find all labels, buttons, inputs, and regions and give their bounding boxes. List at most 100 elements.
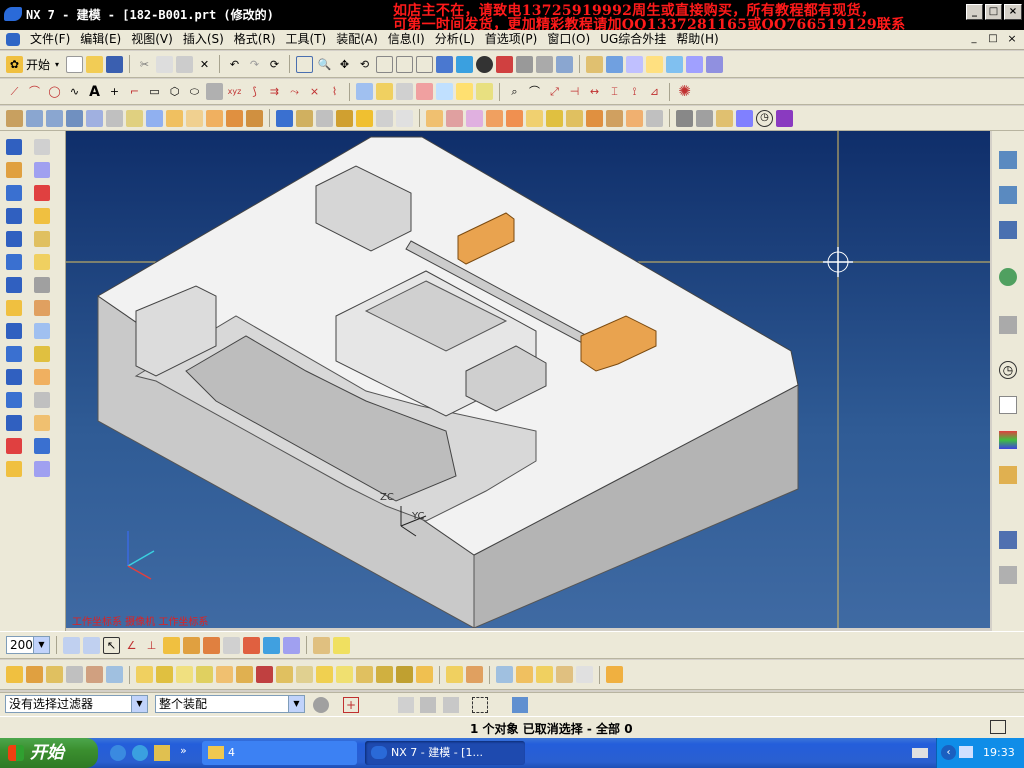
magic-icon[interactable] (686, 55, 704, 73)
assembly-scope-combo[interactable]: 整个装配 ▼ (155, 695, 305, 713)
left-tool-icon[interactable] (34, 162, 50, 178)
dimension-icon[interactable]: ↔ (586, 83, 603, 100)
sync-pull-face-icon[interactable] (26, 666, 43, 683)
left-tool-icon[interactable] (6, 369, 22, 385)
measure-angle-icon[interactable] (333, 636, 350, 654)
body-color-icon[interactable] (676, 109, 693, 127)
face-rule-icon[interactable] (398, 697, 414, 713)
tray-expand-icon[interactable]: ‹ (941, 745, 956, 760)
left-tool-icon[interactable] (34, 461, 50, 477)
sync-move-face-icon[interactable] (6, 666, 23, 683)
extract-icon[interactable] (356, 83, 373, 100)
resource-system-icon[interactable] (999, 531, 1017, 549)
menu-item[interactable]: 分析(L) (430, 30, 480, 49)
analyze-curve-icon[interactable]: ⌕ (506, 83, 523, 100)
mirror-curve-icon[interactable]: ⌶ (606, 83, 623, 100)
sync-cut-icon[interactable] (376, 666, 393, 683)
open-folder-icon[interactable] (86, 55, 104, 73)
slot-icon[interactable] (226, 109, 243, 127)
snap-arc-icon[interactable] (263, 636, 280, 654)
left-tool-icon[interactable] (6, 231, 22, 247)
taskbar-folder-item[interactable]: 4 (202, 741, 357, 765)
pocket-icon[interactable] (186, 109, 203, 127)
curve-rule-icon[interactable] (420, 697, 436, 713)
line-icon[interactable]: ⟋ (6, 83, 23, 100)
left-tool-icon[interactable] (6, 277, 22, 293)
sync-parallel-icon[interactable] (216, 666, 233, 683)
edit-curve-icon[interactable] (436, 83, 453, 100)
edit-object-display-icon[interactable] (586, 55, 604, 73)
model-icon[interactable] (706, 55, 724, 73)
new-file-icon[interactable] (66, 55, 84, 73)
left-tool-icon[interactable] (34, 369, 50, 385)
point-icon[interactable]: + (106, 83, 123, 100)
resource-palette-icon[interactable] (999, 431, 1017, 449)
sync-angular-dim-icon[interactable] (276, 666, 293, 683)
maximize-button[interactable]: □ (985, 4, 1002, 20)
sync-options-icon[interactable] (576, 666, 593, 683)
menu-item[interactable]: 装配(A) (331, 30, 383, 49)
selection-filter-arrow[interactable]: ▼ (131, 696, 147, 712)
sync-relate-icon[interactable] (556, 666, 573, 683)
bridge-curve-icon[interactable]: ⌇ (326, 83, 343, 100)
section-icon[interactable] (416, 55, 434, 73)
left-tool-icon[interactable] (34, 415, 50, 431)
left-tool-icon[interactable] (6, 461, 22, 477)
resource-doc-icon[interactable] (999, 396, 1017, 414)
record-icon[interactable]: ✺ (676, 83, 693, 100)
chamfer-edge-icon[interactable] (356, 109, 373, 127)
snap-end-icon[interactable]: ∠ (123, 637, 140, 654)
filter-settings-icon[interactable] (313, 697, 329, 713)
invert-show-icon[interactable] (626, 55, 644, 73)
snap-point-icon[interactable] (203, 636, 220, 654)
left-tool-icon[interactable] (34, 277, 50, 293)
patch-icon[interactable] (526, 109, 543, 127)
trim-icon[interactable] (396, 83, 413, 100)
select-3d-icon[interactable] (512, 697, 528, 713)
replace-face-icon[interactable] (646, 109, 663, 127)
sync-resize-icon[interactable] (86, 666, 103, 683)
quicklaunch-desktop-icon[interactable] (154, 745, 170, 761)
surface-icon[interactable] (206, 83, 223, 100)
groove-icon[interactable] (246, 109, 263, 127)
menu-item[interactable]: UG综合外挂 (595, 30, 671, 49)
show-hide-icon[interactable] (606, 55, 624, 73)
sync-paste-icon[interactable] (396, 666, 413, 683)
sphere-icon[interactable] (126, 109, 143, 127)
body-rule-icon[interactable] (443, 697, 459, 713)
divide-icon[interactable] (416, 83, 433, 100)
tray-network-icon[interactable] (959, 746, 973, 758)
xyz-icon[interactable]: xyz (226, 83, 243, 100)
left-tool-icon[interactable] (6, 185, 22, 201)
left-tool-icon[interactable] (6, 438, 22, 454)
fullscreen-icon[interactable] (990, 720, 1006, 734)
left-tool-icon[interactable] (34, 346, 50, 362)
shaded-icon[interactable] (476, 55, 494, 73)
start-menu-button[interactable]: 开始 (26, 56, 50, 73)
minimize-button[interactable]: _ (966, 4, 983, 20)
resource-role-icon[interactable] (999, 466, 1017, 484)
feature-list-icon[interactable] (696, 109, 713, 127)
doc-restore-button[interactable]: □ (985, 33, 1001, 47)
sync-perpendicular-icon[interactable] (236, 666, 253, 683)
menu-item[interactable]: 文件(F) (25, 30, 75, 49)
paste-icon[interactable] (176, 55, 194, 73)
snap-intersect-icon[interactable] (223, 636, 240, 654)
save-icon[interactable] (106, 55, 124, 73)
sync-group-icon[interactable] (336, 666, 353, 683)
pad-icon[interactable] (206, 109, 223, 127)
sweep-icon[interactable] (46, 109, 63, 127)
snap-icon[interactable] (556, 55, 574, 73)
rotate-icon[interactable]: ⟲ (356, 56, 373, 73)
left-tool-icon[interactable] (34, 185, 50, 201)
sync-tangent-icon[interactable] (176, 666, 193, 683)
sync-copy-icon[interactable] (356, 666, 373, 683)
filter-icon[interactable] (83, 636, 100, 654)
block-icon[interactable] (66, 109, 83, 127)
left-tool-icon[interactable] (6, 254, 22, 270)
wireframe-icon[interactable] (496, 55, 514, 73)
select-all-icon[interactable]: ↖ (103, 636, 120, 654)
left-tool-icon[interactable] (6, 139, 22, 155)
fit-view-icon[interactable] (296, 55, 314, 73)
tools-icon[interactable] (736, 109, 753, 127)
